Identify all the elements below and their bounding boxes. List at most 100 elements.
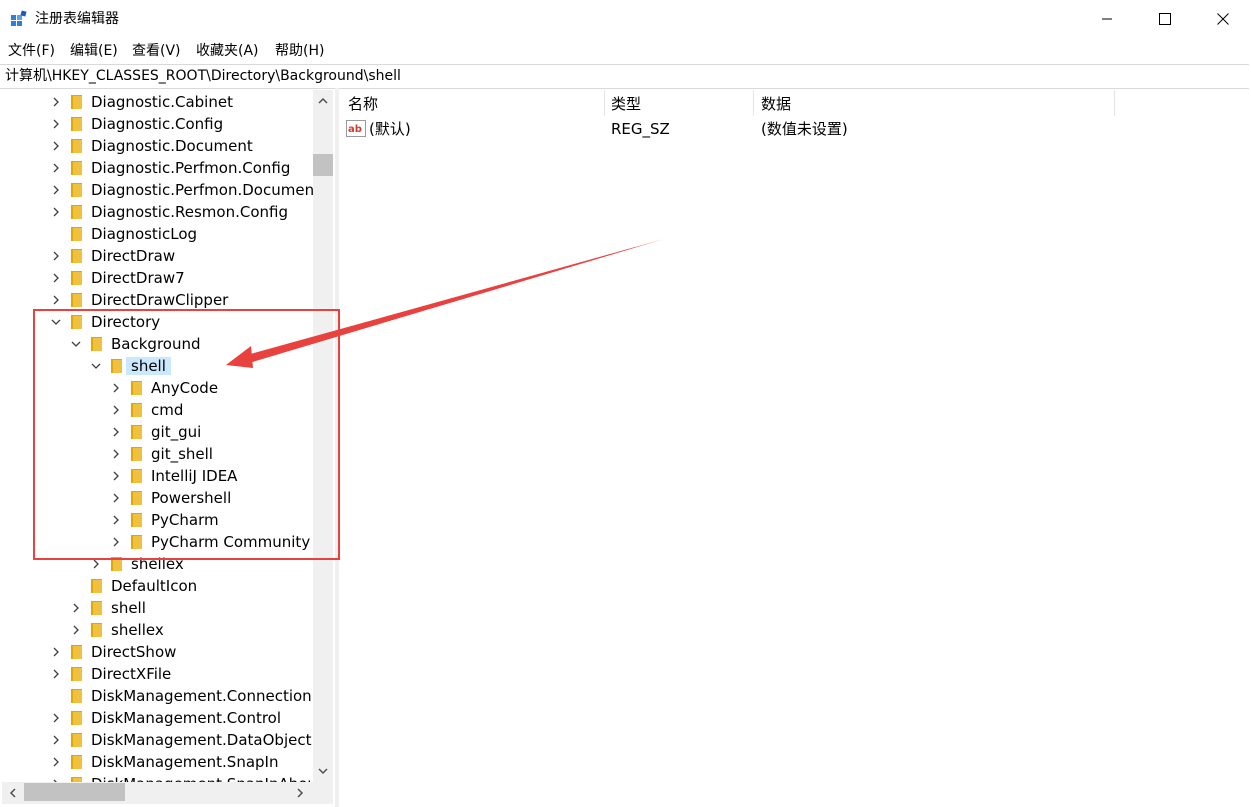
chevron-right-icon[interactable] [50,118,62,130]
chevron-right-icon[interactable] [110,448,122,460]
folder-icon [131,513,142,527]
tree-item[interactable]: shellex [2,553,313,575]
chevron-right-icon[interactable] [50,646,62,658]
scroll-up-icon[interactable] [317,96,329,106]
tree-item[interactable]: git_shell [2,443,313,465]
tree-item[interactable]: Background [2,333,313,355]
tree-item-label: PyCharm [151,511,219,529]
column-header-type-label: 类型 [611,95,642,113]
title-bar: 注册表编辑器 [0,0,1251,38]
tree-item[interactable]: Diagnostic.Cabinet [2,91,313,113]
chevron-right-icon[interactable] [50,712,62,724]
key-tree[interactable]: Diagnostic.Cabinet Diagnostic.Config Diagn… [2,90,333,805]
tree-horizontal-scroll-thumb[interactable] [24,783,125,801]
address-bar[interactable]: 计算机\HKEY_CLASSES_ROOT\Directory\Backgrou… [0,64,1249,89]
menu-help[interactable]: 帮助(H) [275,42,324,60]
chevron-right-icon[interactable] [50,184,62,196]
column-header-data[interactable]: 数据 [754,90,1114,116]
folder-icon [71,139,82,153]
folder-icon [71,249,82,263]
chevron-right-icon[interactable] [110,514,122,526]
column-header-type[interactable]: 类型 [605,90,754,116]
tree-item[interactable]: shell [2,597,313,619]
chevron-right-icon[interactable] [50,668,62,680]
tree-item[interactable]: DirectDraw7 [2,267,313,289]
chevron-down-icon[interactable] [50,316,62,328]
chevron-right-icon[interactable] [50,272,62,284]
column-header-name-label: 名称 [348,95,379,113]
tree-item[interactable]: DefaultIcon [2,575,313,597]
chevron-down-icon[interactable] [90,360,102,372]
chevron-down-icon[interactable] [70,338,82,350]
chevron-right-icon[interactable] [70,624,82,636]
folder-icon [71,95,82,109]
menu-edit[interactable]: 编辑(E) [70,42,118,60]
tree-item[interactable]: DirectXFile [2,663,313,685]
scroll-right-icon[interactable] [295,787,305,799]
chevron-right-icon[interactable] [50,162,62,174]
tree-item[interactable]: Diagnostic.Config [2,113,313,135]
chevron-right-icon[interactable] [50,206,62,218]
chevron-right-icon[interactable] [70,602,82,614]
minimize-button[interactable] [1078,0,1136,38]
tree-item[interactable]: DiskManagement.Connection [2,685,313,707]
tree-item[interactable]: Diagnostic.Document [2,135,313,157]
tree-item-label: Diagnostic.Resmon.Config [91,203,288,221]
tree-vertical-scrollbar[interactable] [313,90,333,782]
tree-item[interactable]: DiskManagement.SnapIn [2,751,313,773]
tree-item[interactable]: DirectShow [2,641,313,663]
chevron-right-icon[interactable] [110,536,122,548]
maximize-button[interactable] [1136,0,1194,38]
tree-item[interactable]: DirectDrawClipper [2,289,313,311]
chevron-right-icon[interactable] [110,492,122,504]
menu-view[interactable]: 查看(V) [132,42,181,60]
tree-item-label: Powershell [151,489,232,507]
chevron-right-icon[interactable] [110,470,122,482]
scroll-left-icon[interactable] [8,787,18,799]
menu-file[interactable]: 文件(F) [8,42,55,60]
column-header-name[interactable]: 名称 [340,90,604,116]
tree-item[interactable]: Diagnostic.Resmon.Config [2,201,313,223]
tree-item-label: shell [111,599,146,617]
tree-item[interactable]: git_gui [2,421,313,443]
chevron-right-icon[interactable] [50,294,62,306]
chevron-right-icon[interactable] [50,734,62,746]
tree-item[interactable]: DiskManagement.DataObject [2,729,313,751]
column-divider[interactable] [1114,90,1115,116]
tree-item[interactable]: PyCharm Community E [2,531,324,553]
folder-icon [91,623,102,637]
tree-item[interactable]: DiskManagement.Control [2,707,313,729]
chevron-right-icon[interactable] [50,756,62,768]
chevron-right-icon[interactable] [110,404,122,416]
tree-item[interactable]: AnyCode [2,377,313,399]
tree-vertical-scroll-thumb[interactable] [313,154,333,176]
tree-item[interactable]: shell [2,355,313,377]
chevron-right-icon[interactable] [50,96,62,108]
tree-item[interactable]: Directory [2,311,313,333]
chevron-right-icon[interactable] [110,426,122,438]
menu-bar: 文件(F) 编辑(E) 查看(V) 收藏夹(A) 帮助(H) [0,38,1251,64]
tree-item[interactable]: Powershell [2,487,313,509]
tree-item-label: AnyCode [151,379,219,397]
tree-item-label: PyCharm Community E [151,533,325,551]
tree-item[interactable]: Diagnostic.Perfmon.Config [2,157,313,179]
close-button[interactable] [1194,0,1251,38]
tree-item[interactable]: IntelliJ IDEA [2,465,313,487]
address-path[interactable]: 计算机\HKEY_CLASSES_ROOT\Directory\Backgrou… [5,68,401,85]
tree-item[interactable]: Diagnostic.Perfmon.Document [2,179,320,201]
chevron-right-icon[interactable] [90,558,102,570]
chevron-right-icon[interactable] [50,250,62,262]
tree-item-label: git_gui [151,423,202,441]
tree-horizontal-scrollbar[interactable] [2,782,313,804]
tree-item[interactable]: PyCharm [2,509,313,531]
tree-item[interactable]: DirectDraw [2,245,313,267]
chevron-right-icon[interactable] [110,382,122,394]
menu-favorites[interactable]: 收藏夹(A) [196,42,259,60]
tree-item[interactable]: cmd [2,399,313,421]
tree-item[interactable]: shellex [2,619,313,641]
value-list[interactable]: 名称 类型 数据 ab (默认) REG_SZ (数值未设置) [340,90,1249,805]
chevron-right-icon[interactable] [50,140,62,152]
pane-splitter[interactable] [335,88,339,807]
tree-item[interactable]: DiagnosticLog [2,223,313,245]
scroll-down-icon[interactable] [317,766,329,776]
